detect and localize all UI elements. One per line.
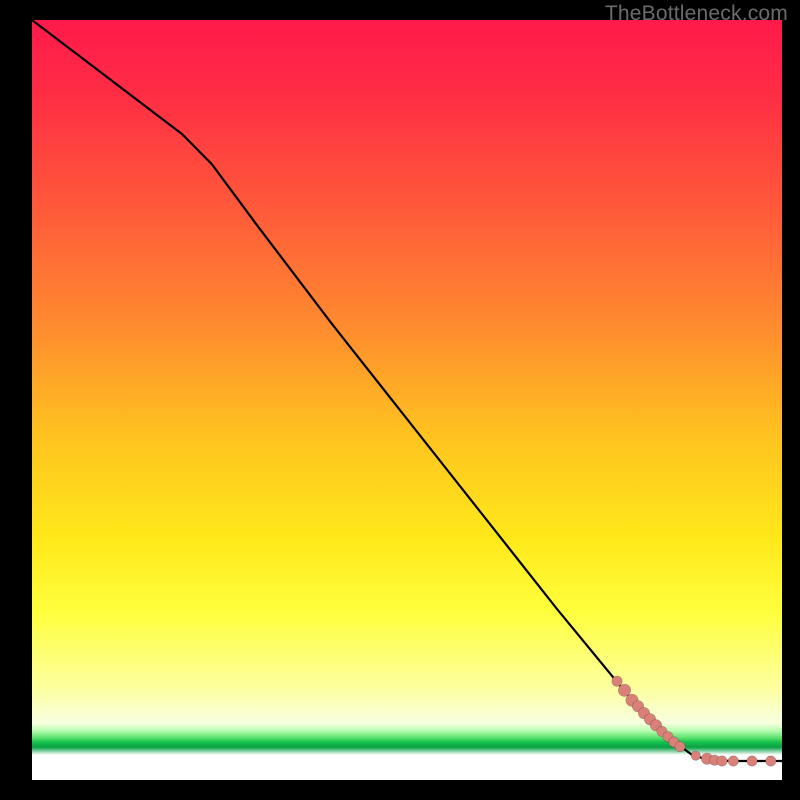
data-point: [612, 676, 622, 686]
data-point: [675, 741, 685, 751]
data-point: [728, 756, 738, 766]
data-points: [612, 676, 776, 766]
data-point: [717, 756, 727, 766]
chart-stage: TheBottleneck.com: [0, 0, 800, 800]
data-point: [691, 751, 700, 760]
data-point: [766, 756, 776, 766]
chart-svg: [32, 20, 782, 780]
plot-area: [32, 20, 782, 780]
bottleneck-curve: [32, 20, 782, 761]
data-point: [747, 756, 757, 766]
